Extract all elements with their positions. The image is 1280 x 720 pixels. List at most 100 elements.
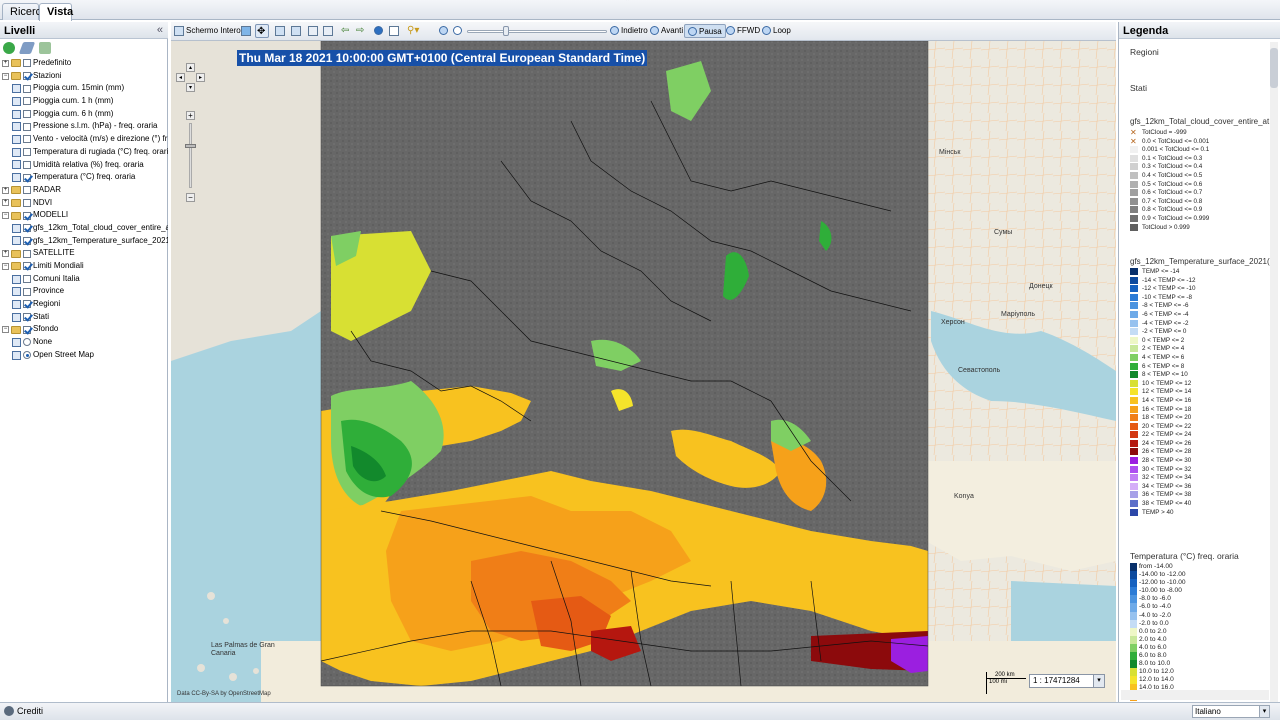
- pan-left-icon[interactable]: ◂: [176, 73, 185, 82]
- layer-tree-item[interactable]: Regioni: [0, 298, 168, 311]
- layer-tree-item[interactable]: + NDVI: [0, 197, 168, 210]
- layer-tree-item[interactable]: + SATELLITE: [0, 247, 168, 260]
- layer-tree-item[interactable]: Pioggia cum. 6 h (mm): [0, 108, 168, 121]
- ffwd-button[interactable]: FFWD: [726, 24, 760, 38]
- zoom-slider[interactable]: [189, 123, 192, 188]
- zoom-box-icon[interactable]: [291, 24, 303, 38]
- zoom-out-map-icon[interactable]: −: [186, 193, 195, 202]
- expand-node-icon[interactable]: +: [2, 199, 9, 207]
- expand-node-icon[interactable]: +: [2, 59, 9, 67]
- pan-tool-icon[interactable]: ✥: [255, 24, 269, 38]
- zoom-extent-icon[interactable]: [275, 24, 287, 38]
- pause-button[interactable]: Pausa: [684, 24, 726, 38]
- layer-tree-item[interactable]: − Limiti Mondiali: [0, 260, 168, 273]
- fullscreen-button[interactable]: Schermo Intero: [174, 24, 241, 38]
- layer-checkbox[interactable]: [23, 122, 31, 131]
- pan-control[interactable]: ▴ ◂ ▸ ▾: [176, 63, 206, 93]
- layer-checkbox[interactable]: [23, 287, 31, 296]
- time-slider[interactable]: [467, 24, 607, 38]
- layer-checkbox[interactable]: [23, 173, 31, 182]
- layer-checkbox[interactable]: [23, 300, 31, 309]
- legend-hscrollbar[interactable]: [1121, 690, 1269, 700]
- layer-checkbox[interactable]: [23, 262, 31, 271]
- layer-checkbox[interactable]: [23, 236, 31, 245]
- legend-scrollbar-thumb[interactable]: [1270, 48, 1278, 88]
- layer-checkbox[interactable]: [23, 249, 31, 258]
- chevron-down-icon[interactable]: ▾: [1093, 675, 1104, 687]
- collapse-node-icon[interactable]: −: [2, 212, 9, 220]
- pan-up-icon[interactable]: ▴: [186, 63, 195, 72]
- layer-checkbox[interactable]: [23, 160, 31, 169]
- layer-tree-item[interactable]: Pressione s.l.m. (hPa) - freq. oraria: [0, 120, 168, 133]
- layer-tree-item[interactable]: Temperatura (°C) freq. oraria: [0, 171, 168, 184]
- pan-right-icon[interactable]: ▸: [196, 73, 205, 82]
- zoom-in-map-icon[interactable]: +: [186, 111, 195, 120]
- layer-checkbox[interactable]: [23, 72, 31, 81]
- pan-down-icon[interactable]: ▾: [186, 83, 195, 92]
- tab-vista[interactable]: Vista: [39, 3, 73, 21]
- layer-tree-item[interactable]: Comuni Italia: [0, 273, 168, 286]
- map-attribution[interactable]: Data CC-By-SA by OpenStreetMap: [177, 691, 271, 697]
- scale-select[interactable]: 1 : 17471284 ▾: [1029, 674, 1105, 688]
- layer-checkbox[interactable]: [23, 211, 31, 220]
- layer-tree-item[interactable]: None: [0, 336, 168, 349]
- zoom-slider-thumb[interactable]: [185, 144, 196, 148]
- layer-tree-item[interactable]: Umidità relativa (%) freq. oraria: [0, 159, 168, 172]
- layer-checkbox[interactable]: [23, 97, 31, 106]
- layer-tree-item[interactable]: Temperatura di rugiada (°C) freq. orari: [0, 146, 168, 159]
- layer-tree-item[interactable]: gfs_12km_Total_cloud_cover_entire_a: [0, 222, 168, 235]
- bookmark-menu-icon[interactable]: ⚲▾: [407, 24, 419, 38]
- layer-tree-item[interactable]: Pioggia cum. 1 h (mm): [0, 95, 168, 108]
- layer-tree-item[interactable]: − Stazioni: [0, 70, 168, 83]
- layer-checkbox[interactable]: [23, 110, 31, 119]
- tab-ricerca[interactable]: Ricerca: [2, 3, 47, 20]
- layer-checkbox[interactable]: [23, 275, 31, 284]
- layer-tree-item[interactable]: + Predefinito: [0, 57, 168, 70]
- resize-handle-icon[interactable]: ⌃: [624, 0, 631, 6]
- time-settings-icon[interactable]: [453, 24, 464, 38]
- loop-button[interactable]: Loop: [762, 24, 791, 38]
- time-first-icon[interactable]: [439, 24, 450, 38]
- layer-tree-item[interactable]: gfs_12km_Temperature_surface_2021: [0, 235, 168, 248]
- layer-tree-item[interactable]: Pioggia cum. 15min (mm): [0, 82, 168, 95]
- zoom-out-icon[interactable]: [323, 24, 335, 38]
- layer-checkbox[interactable]: [23, 59, 31, 68]
- collapse-node-icon[interactable]: −: [2, 262, 9, 270]
- gear-icon[interactable]: [4, 706, 14, 716]
- forward-button[interactable]: Avanti: [650, 24, 683, 38]
- layer-radio[interactable]: [23, 338, 31, 347]
- language-select[interactable]: Italiano ▾: [1192, 705, 1270, 718]
- credits-button[interactable]: Crediti: [17, 706, 43, 716]
- layer-tree-item[interactable]: Stati: [0, 311, 168, 324]
- info-icon[interactable]: [374, 24, 385, 38]
- layer-checkbox[interactable]: [23, 135, 31, 144]
- collapse-panel-icon[interactable]: «: [157, 24, 163, 36]
- chevron-down-icon[interactable]: ▾: [1259, 706, 1269, 717]
- legend-scrollbar[interactable]: [1270, 42, 1278, 702]
- layer-checkbox[interactable]: [23, 325, 31, 334]
- layer-tree-item[interactable]: Vento - velocità (m/s) e direzione (°) f…: [0, 133, 168, 146]
- measure-icon[interactable]: [389, 24, 401, 38]
- expand-node-icon[interactable]: +: [2, 186, 9, 194]
- expand-node-icon[interactable]: +: [2, 250, 9, 258]
- layer-tree-item[interactable]: Open Street Map: [0, 349, 168, 362]
- layer-radio[interactable]: [23, 351, 31, 360]
- layer-tree-item[interactable]: − MODELLI: [0, 209, 168, 222]
- layer-checkbox[interactable]: [23, 198, 31, 207]
- layer-checkbox[interactable]: [23, 313, 31, 322]
- layer-tree-item[interactable]: Province: [0, 285, 168, 298]
- back-button[interactable]: Indietro: [610, 24, 648, 38]
- add-layer-icon[interactable]: [3, 42, 15, 54]
- collapse-node-icon[interactable]: −: [2, 326, 9, 334]
- edit-layer-icon[interactable]: [18, 42, 36, 54]
- next-extent-icon[interactable]: ⇨: [356, 24, 364, 38]
- previous-extent-icon[interactable]: ⇦: [341, 24, 349, 38]
- layer-checkbox[interactable]: [23, 84, 31, 93]
- collapse-node-icon[interactable]: −: [2, 72, 9, 80]
- layer-checkbox[interactable]: [23, 186, 31, 195]
- layer-tree-item[interactable]: − Sfondo: [0, 323, 168, 336]
- layer-checkbox[interactable]: [23, 148, 31, 157]
- layer-properties-icon[interactable]: [39, 42, 52, 54]
- select-tool-icon[interactable]: [241, 24, 253, 38]
- layer-tree-item[interactable]: + RADAR: [0, 184, 168, 197]
